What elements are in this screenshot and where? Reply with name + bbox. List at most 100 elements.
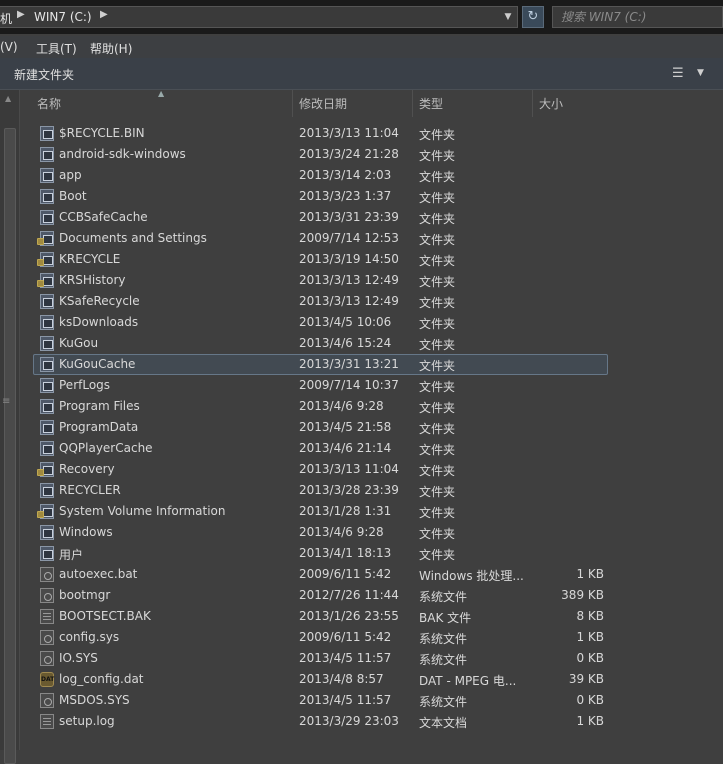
file-row[interactable]: MSDOS.SYS 2013/4/5 11:57 系统文件 0 KB: [20, 690, 723, 711]
folder-icon: [40, 147, 54, 162]
file-row[interactable]: KRECYCLE 2013/3/19 14:50 文件夹: [20, 249, 723, 270]
file-type: BAK 文件: [419, 611, 472, 625]
file-date: 2013/4/5 10:06: [299, 315, 392, 329]
breadcrumb-arrow-icon[interactable]: ▶: [17, 9, 25, 20]
file-size: 0 KB: [576, 693, 604, 707]
file-row[interactable]: QQPlayerCache 2013/4/6 21:14 文件夹: [20, 438, 723, 459]
column-header-size[interactable]: 大小: [539, 95, 563, 112]
breadcrumb-arrow-icon[interactable]: ▶: [100, 9, 108, 20]
breadcrumb-item-computer[interactable]: 机: [0, 10, 12, 27]
file-date: 2013/4/6 9:28: [299, 399, 384, 413]
file-name: android-sdk-windows: [59, 147, 186, 161]
file-type: 文件夹: [419, 191, 456, 205]
new-folder-button[interactable]: 新建文件夹: [14, 66, 74, 83]
folder-icon: [40, 441, 54, 456]
file-size: 1 KB: [576, 567, 604, 581]
file-size: 39 KB: [568, 672, 604, 686]
file-row[interactable]: android-sdk-windows 2013/3/24 21:28 文件夹: [20, 144, 723, 165]
file-date: 2013/3/24 21:28: [299, 147, 399, 161]
file-row[interactable]: Windows 2013/4/6 9:28 文件夹: [20, 522, 723, 543]
file-row[interactable]: KSafeRecycle 2013/3/13 12:49 文件夹: [20, 291, 723, 312]
chevron-down-icon[interactable]: ▼: [500, 8, 516, 26]
folder-icon: [40, 126, 54, 141]
file-row[interactable]: autoexec.bat 2009/6/11 5:42 Windows 批处理...…: [20, 564, 723, 585]
menu-view[interactable]: (V): [0, 40, 18, 54]
lock-icon: [37, 469, 44, 476]
file-date: 2013/3/13 12:49: [299, 294, 399, 308]
file-size: 389 KB: [561, 588, 604, 602]
folder-icon: [40, 336, 54, 351]
file-date: 2013/3/13 11:04: [299, 462, 399, 476]
file-row[interactable]: Recovery 2013/3/13 11:04 文件夹: [20, 459, 723, 480]
file-date: 2013/3/29 23:03: [299, 714, 399, 728]
folder-icon: [40, 378, 54, 393]
file-date: 2013/3/19 14:50: [299, 252, 399, 266]
file-row[interactable]: IO.SYS 2013/4/5 11:57 系统文件 0 KB: [20, 648, 723, 669]
file-row[interactable]: RECYCLER 2013/3/28 23:39 文件夹: [20, 480, 723, 501]
file-type: 文件夹: [419, 275, 456, 289]
column-header-date[interactable]: 修改日期: [299, 95, 347, 112]
file-row[interactable]: System Volume Information 2013/1/28 1:31 文…: [20, 501, 723, 522]
file-row[interactable]: 用户 2013/4/1 18:13 文件夹: [20, 543, 723, 564]
folder-icon: [40, 525, 54, 540]
file-row[interactable]: BOOTSECT.BAK 2013/1/26 23:55 BAK 文件 8 KB: [20, 606, 723, 627]
menu-tools[interactable]: 工具(T): [36, 40, 77, 57]
file-row[interactable]: Program Files 2013/4/6 9:28 文件夹: [20, 396, 723, 417]
file-name: app: [59, 168, 82, 182]
file-rows: $RECYCLE.BIN 2013/3/13 11:04 文件夹 android-sd…: [20, 123, 723, 732]
menu-bar: (V) 工具(T) 帮助(H): [0, 36, 723, 58]
file-date: 2013/4/1 18:13: [299, 546, 392, 560]
file-row[interactable]: PerfLogs 2009/7/14 10:37 文件夹: [20, 375, 723, 396]
file-row[interactable]: Boot 2013/3/23 1:37 文件夹: [20, 186, 723, 207]
file-row[interactable]: Documents and Settings 2009/7/14 12:53 文件夹: [20, 228, 723, 249]
file-name: config.sys: [59, 630, 120, 644]
file-row[interactable]: $RECYCLE.BIN 2013/3/13 11:04 文件夹: [20, 123, 723, 144]
file-name: MSDOS.SYS: [59, 693, 130, 707]
file-date: 2013/3/31 23:39: [299, 210, 399, 224]
scrollbar-thumb[interactable]: [4, 128, 16, 764]
file-row[interactable]: KuGouCache 2013/3/31 13:21 文件夹: [20, 354, 723, 375]
column-header-name[interactable]: 名称: [37, 95, 61, 112]
file-row[interactable]: KRSHistory 2013/3/13 12:49 文件夹: [20, 270, 723, 291]
scroll-up-icon[interactable]: ▲: [5, 94, 11, 103]
breadcrumb[interactable]: 机 ▶ WIN7 (C:) ▶ ▼: [0, 6, 518, 28]
file-row[interactable]: bootmgr 2012/7/26 11:44 系统文件 389 KB: [20, 585, 723, 606]
file-name: KuGouCache: [59, 357, 136, 371]
file-row[interactable]: config.sys 2009/6/11 5:42 系统文件 1 KB: [20, 627, 723, 648]
file-type: 文件夹: [419, 380, 456, 394]
file-name: IO.SYS: [59, 651, 98, 665]
refresh-icon[interactable]: ↻: [522, 6, 544, 28]
column-divider[interactable]: [412, 90, 413, 117]
file-name: Windows: [59, 525, 113, 539]
column-divider[interactable]: [532, 90, 533, 117]
file-row[interactable]: CCBSafeCache 2013/3/31 23:39 文件夹: [20, 207, 723, 228]
search-input[interactable]: [561, 9, 711, 25]
search-box[interactable]: [552, 6, 723, 28]
file-type: 系统文件: [419, 695, 468, 709]
file-name: KuGou: [59, 336, 99, 350]
lock-icon: [37, 259, 44, 266]
file-name: QQPlayerCache: [59, 441, 153, 455]
file-row[interactable]: app 2013/3/14 2:03 文件夹: [20, 165, 723, 186]
breadcrumb-item-drive[interactable]: WIN7 (C:): [34, 10, 92, 24]
file-row[interactable]: ProgramData 2013/4/5 21:58 文件夹: [20, 417, 723, 438]
file-type: 文件夹: [419, 128, 456, 142]
view-options-icon[interactable]: ☰: [672, 66, 684, 81]
file-name: System Volume Information: [59, 504, 226, 518]
file-name: BOOTSECT.BAK: [59, 609, 151, 623]
file-type: 系统文件: [419, 632, 468, 646]
file-row[interactable]: KuGou 2013/4/6 15:24 文件夹: [20, 333, 723, 354]
file-type: 文件夹: [419, 149, 456, 163]
file-row[interactable]: log_config.dat 2013/4/8 8:57 DAT - MPEG 电.…: [20, 669, 723, 690]
file-type: 文件夹: [419, 296, 456, 310]
system-file-icon: [40, 588, 54, 603]
chevron-down-icon[interactable]: ▼: [697, 68, 704, 78]
folder-icon: [40, 168, 54, 183]
file-row[interactable]: setup.log 2013/3/29 23:03 文本文档 1 KB: [20, 711, 723, 732]
column-header-type[interactable]: 类型: [419, 95, 443, 112]
file-date: 2013/3/31 13:21: [299, 357, 399, 371]
column-divider[interactable]: [292, 90, 293, 117]
menu-help[interactable]: 帮助(H): [90, 40, 132, 57]
file-type: 文件夹: [419, 317, 456, 331]
file-row[interactable]: ksDownloads 2013/4/5 10:06 文件夹: [20, 312, 723, 333]
